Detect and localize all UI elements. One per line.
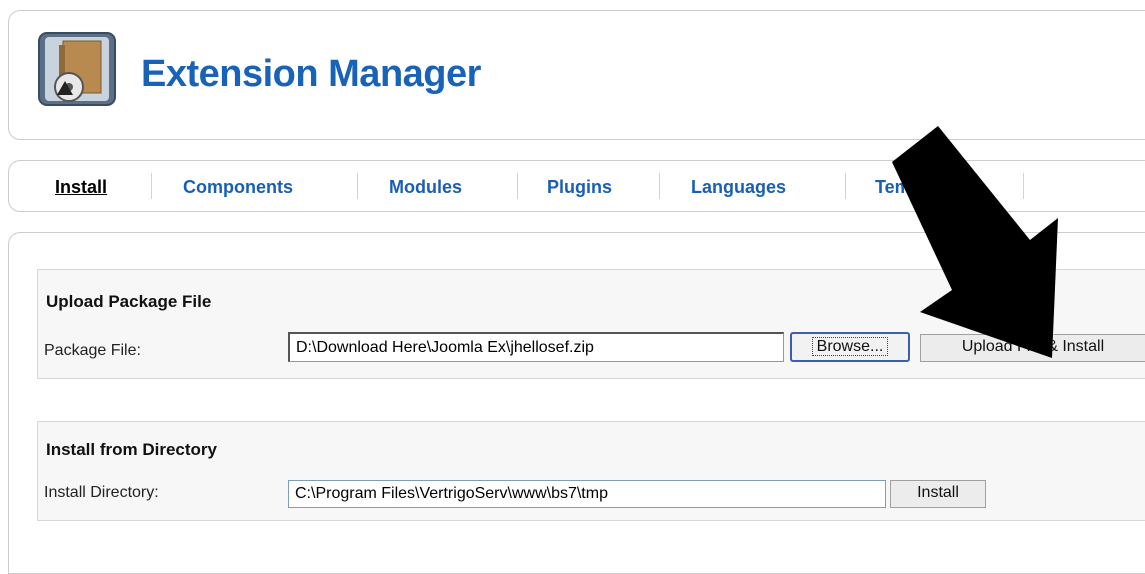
tab-separator <box>659 173 660 199</box>
install-directory-section: Install from Directory Install Directory… <box>37 421 1145 521</box>
tab-modules[interactable]: Modules <box>389 177 462 198</box>
header-panel: Extension Manager <box>8 10 1145 140</box>
tab-components[interactable]: Components <box>183 177 293 198</box>
tab-languages[interactable]: Languages <box>691 177 786 198</box>
tab-plugins[interactable]: Plugins <box>547 177 612 198</box>
tab-separator <box>151 173 152 199</box>
annotation-arrow-icon <box>892 126 1058 358</box>
install-button[interactable]: Install <box>890 480 986 508</box>
package-file-label: Package File: <box>44 342 141 359</box>
upload-package-title: Upload Package File <box>46 292 212 311</box>
install-directory-label: Install Directory: <box>44 484 159 501</box>
page-title: Extension Manager <box>141 53 481 95</box>
tab-separator <box>845 173 846 199</box>
extension-package-icon <box>38 32 116 106</box>
install-directory-title: Install from Directory <box>46 440 217 459</box>
install-directory-input[interactable]: C:\Program Files\VertrigoServ\www\bs7\tm… <box>288 480 886 508</box>
package-file-input[interactable]: D:\Download Here\Joomla Ex\jhellosef.zip <box>288 332 784 362</box>
tab-install[interactable]: Install <box>55 177 107 198</box>
browse-button-label: Browse... <box>811 337 889 356</box>
tab-separator <box>357 173 358 199</box>
tab-separator <box>517 173 518 199</box>
